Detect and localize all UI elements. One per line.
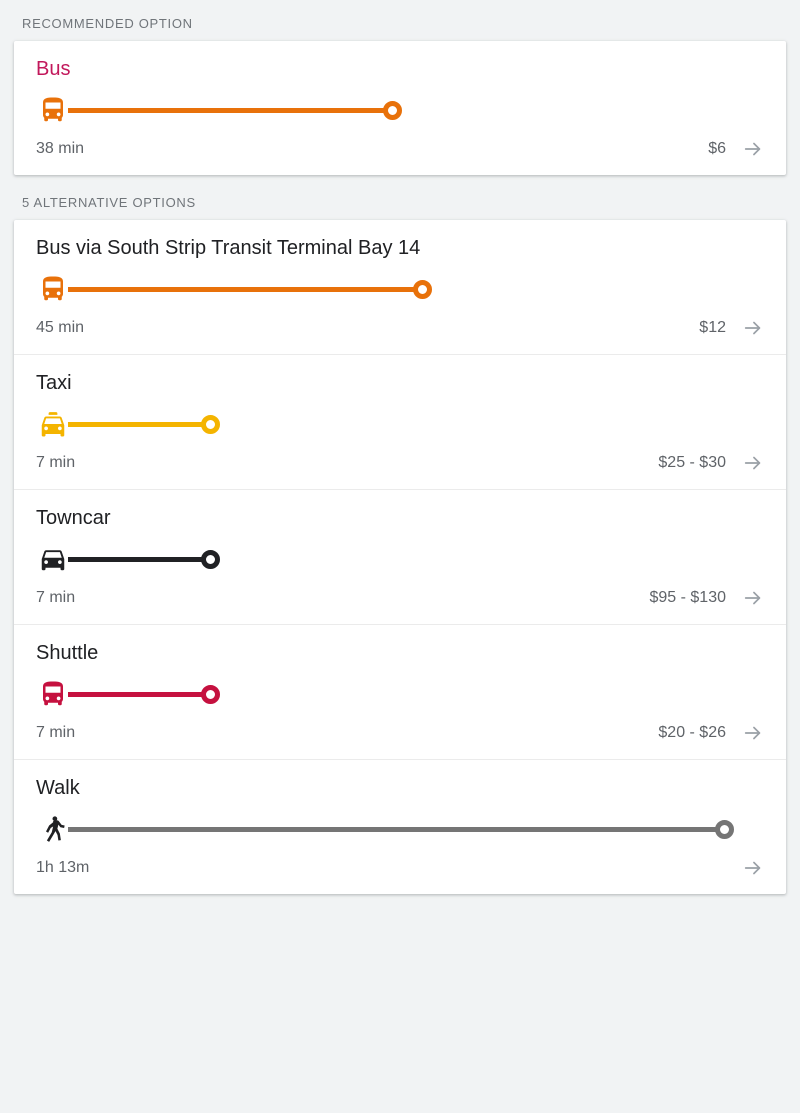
- option-footer-right: [726, 857, 764, 879]
- arrow-right-icon[interactable]: [742, 138, 764, 160]
- option-duration: 45 min: [36, 319, 85, 336]
- recommended-option-card[interactable]: Bus 38 min $6: [14, 41, 786, 175]
- arrow-right-icon[interactable]: [742, 587, 764, 609]
- transit-options-page: RECOMMENDED OPTION Bus 38 min $6 5 ALTER…: [0, 0, 800, 1113]
- route-track: [68, 542, 220, 576]
- route-track: [68, 272, 432, 306]
- route-bar: [36, 405, 764, 443]
- transit-option-row-bus-via-terminal[interactable]: Bus via South Strip Transit Terminal Bay…: [14, 220, 786, 354]
- route-bar: [36, 91, 764, 129]
- option-price: $95 - $130: [649, 589, 726, 606]
- option-title: Taxi: [36, 372, 72, 394]
- route-endpoint-dot: [383, 100, 402, 120]
- option-footer: 38 min $6: [36, 137, 764, 161]
- option-footer: 45 min $12: [36, 316, 764, 340]
- option-footer-right: $12: [699, 317, 764, 339]
- option-footer-right: $25 - $30: [658, 452, 764, 474]
- route-bar: [36, 675, 764, 713]
- arrow-right-icon[interactable]: [742, 722, 764, 744]
- arrow-right-icon[interactable]: [742, 857, 764, 879]
- route-track: [68, 677, 220, 711]
- option-title: Bus via South Strip Transit Terminal Bay…: [36, 237, 421, 259]
- route-track: [68, 93, 402, 127]
- arrow-right-icon[interactable]: [742, 317, 764, 339]
- route-endpoint-dot: [201, 684, 220, 704]
- transit-option-row-walk[interactable]: Walk 1h 13m: [14, 759, 786, 894]
- route-line: [68, 286, 416, 292]
- option-price: $6: [708, 140, 726, 157]
- recommended-section-label: RECOMMENDED OPTION: [22, 16, 193, 31]
- route-track: [68, 407, 220, 441]
- option-duration: 38 min: [36, 140, 85, 157]
- option-footer-right: $6: [708, 138, 764, 160]
- route-line: [68, 421, 204, 427]
- option-price: $25 - $30: [658, 454, 726, 471]
- route-bar: [36, 810, 764, 848]
- option-duration: 7 min: [36, 724, 76, 741]
- car-icon: [36, 542, 70, 576]
- route-endpoint-dot: [201, 414, 220, 434]
- taxi-icon: [36, 407, 70, 441]
- option-footer: 1h 13m: [36, 856, 764, 880]
- option-duration: 7 min: [36, 589, 76, 606]
- option-footer-right: $20 - $26: [658, 722, 764, 744]
- bus-icon: [36, 93, 70, 127]
- transit-option-row-towncar[interactable]: Towncar 7 min $95 - $130: [14, 489, 786, 624]
- option-footer: 7 min $20 - $26: [36, 721, 764, 745]
- option-price: $20 - $26: [658, 724, 726, 741]
- transit-option-row-bus[interactable]: Bus 38 min $6: [14, 41, 786, 175]
- transit-option-row-shuttle[interactable]: Shuttle 7 min $20 - $26: [14, 624, 786, 759]
- option-duration: 1h 13m: [36, 859, 90, 876]
- route-line: [68, 107, 386, 113]
- route-endpoint-dot: [715, 819, 734, 839]
- option-duration: 7 min: [36, 454, 76, 471]
- route-track: [68, 812, 734, 846]
- transit-option-row-taxi[interactable]: Taxi 7 min $25 - $30: [14, 354, 786, 489]
- pedestrian-walk-icon: [36, 812, 70, 846]
- route-line: [68, 826, 718, 832]
- shuttle-bus-icon: [36, 677, 70, 711]
- route-bar: [36, 270, 764, 308]
- bus-icon: [36, 272, 70, 306]
- route-endpoint-dot: [201, 549, 220, 569]
- arrow-right-icon[interactable]: [742, 452, 764, 474]
- route-line: [68, 691, 204, 697]
- option-title: Towncar: [36, 507, 111, 529]
- route-bar: [36, 540, 764, 578]
- option-footer-right: $95 - $130: [649, 587, 764, 609]
- option-footer: 7 min $25 - $30: [36, 451, 764, 475]
- alternatives-section-label: 5 ALTERNATIVE OPTIONS: [22, 195, 196, 210]
- option-title[interactable]: Bus: [36, 57, 764, 81]
- option-price: $12: [699, 319, 726, 336]
- route-line: [68, 556, 204, 562]
- route-endpoint-dot: [413, 279, 432, 299]
- alternative-options-card: Bus via South Strip Transit Terminal Bay…: [14, 220, 786, 894]
- option-title: Shuttle: [36, 642, 99, 664]
- option-footer: 7 min $95 - $130: [36, 586, 764, 610]
- option-title: Walk: [36, 777, 80, 799]
